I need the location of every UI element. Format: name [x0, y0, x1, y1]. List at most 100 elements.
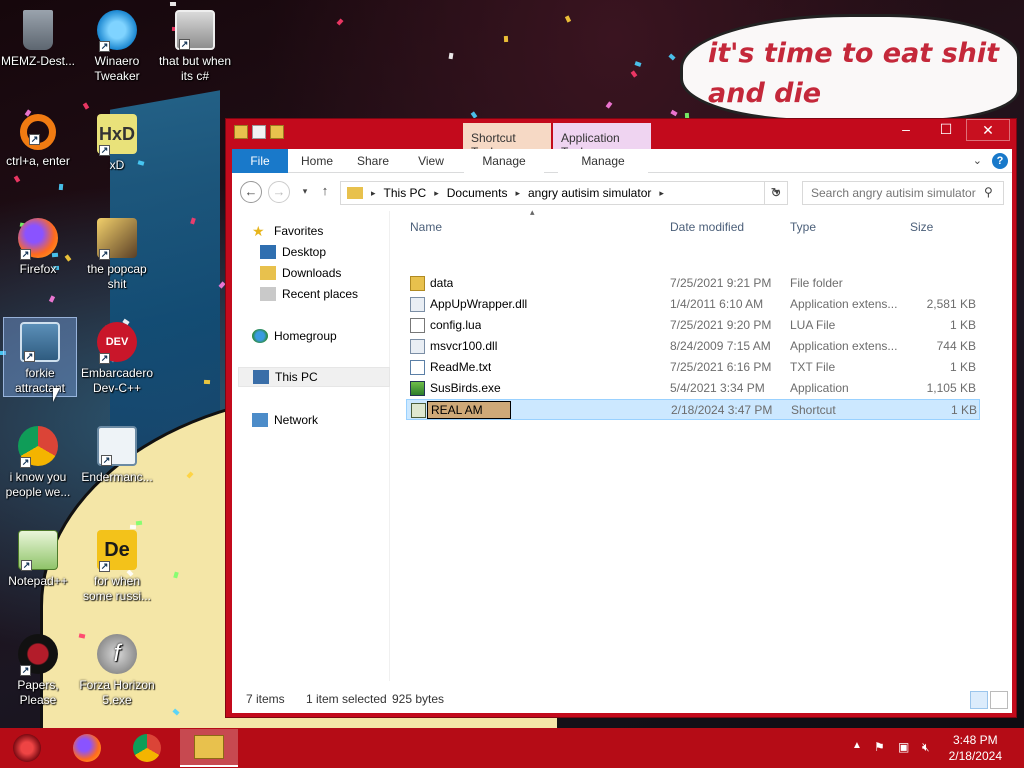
recent-locations-icon[interactable]: ▾ [294, 181, 316, 203]
file-size: 1,105 KB [926, 381, 976, 395]
minimize-button[interactable]: – [892, 119, 920, 141]
nav-favorites[interactable]: ★ Favorites [252, 221, 390, 241]
file-row[interactable]: config.lua 7/25/2021 9:20 PM LUA File 1 KB [406, 315, 980, 336]
confetti-piece [605, 101, 613, 109]
clock-date: 2/18/2024 [948, 749, 1002, 763]
chevron-right-icon: ▸ [434, 187, 439, 198]
start-button[interactable] [0, 729, 54, 767]
file-type: LUA File [790, 318, 836, 332]
taskbar-chrome[interactable] [118, 729, 176, 767]
confetti-piece [503, 36, 509, 43]
tab-file[interactable]: File [232, 149, 288, 173]
network-icon[interactable]: ▣ [898, 740, 909, 754]
desktop-icon-forkie[interactable]: ↗ forkie attractant [3, 317, 77, 397]
desktop-icon-notepadpp[interactable]: ↗ Notepad++ [0, 526, 76, 589]
file-row[interactable]: REAL AM 2/18/2024 3:47 PM Shortcut 1 KB [406, 399, 980, 420]
nav-this-pc[interactable]: This PC [238, 367, 390, 387]
rename-input[interactable]: REAL AM [427, 401, 511, 419]
tab-view[interactable]: View [406, 149, 456, 173]
desktop-icon-russian[interactable]: De ↗ for when some russi... [79, 526, 155, 604]
desktop-icon-firefox[interactable]: ↗ Firefox [0, 214, 76, 277]
file-row[interactable]: AppUpWrapper.dll 1/4/2011 6:10 AM Applicat… [406, 294, 980, 315]
desktop-icon-popcap[interactable]: ↗ the popcap shit [79, 214, 155, 292]
address-bar[interactable]: ▸ This PC ▸ Documents ▸ angry autisim si… [340, 181, 788, 205]
show-hidden-icons-button[interactable]: ▲ [852, 740, 862, 751]
network-icon [252, 413, 268, 427]
file-row[interactable]: data 7/25/2021 9:21 PM File folder [406, 273, 980, 294]
column-header-type[interactable]: Type [790, 215, 816, 239]
forward-button[interactable]: → [268, 181, 290, 203]
tab-share[interactable]: Share [348, 149, 398, 173]
nav-network[interactable]: Network [252, 410, 390, 430]
text-file-icon [410, 360, 425, 375]
tab-home[interactable]: Home [292, 149, 342, 173]
explorer-window[interactable]: Shortcut Tools Application Tools – ☐ ✕ F… [225, 118, 1017, 718]
shortcut-tools-tab[interactable]: Shortcut Tools [463, 123, 551, 159]
taskbar-explorer[interactable] [180, 729, 238, 767]
column-header-date[interactable]: Date modified [670, 215, 744, 239]
new-folder-icon[interactable] [270, 125, 284, 139]
column-header-size[interactable]: Size [910, 215, 933, 239]
breadcrumb-documents[interactable]: Documents [447, 186, 508, 200]
folder-icon[interactable] [234, 125, 248, 139]
tab-manage-application[interactable]: Manage [558, 149, 648, 173]
search-input[interactable] [802, 181, 1004, 205]
volume-muted-icon[interactable]: 🔇︎ [922, 740, 930, 755]
desktop-icon-xd[interactable]: HxD ↗ xD [79, 110, 155, 173]
properties-icon[interactable] [252, 125, 266, 139]
desktop-icon-forza[interactable]: f Forza Horizon 5.exe [79, 630, 155, 708]
refresh-button[interactable]: ↻ [764, 181, 788, 205]
desktop-icon-enderman[interactable]: ↗ Endermanc... [79, 422, 155, 485]
back-button[interactable]: ← [240, 181, 262, 203]
maximize-button[interactable]: ☐ [932, 119, 960, 141]
file-date: 8/24/2009 7:15 AM [670, 339, 771, 353]
title-bar[interactable]: Shortcut Tools Application Tools – ☐ ✕ [226, 119, 1016, 159]
file-row[interactable]: SusBirds.exe 5/4/2021 3:34 PM Application 1… [406, 378, 980, 399]
file-row[interactable]: msvcr100.dll 8/24/2009 7:15 AM Application… [406, 336, 980, 357]
action-center-flag-icon[interactable]: ⚑ [874, 740, 885, 754]
desktop-icon-memz[interactable]: MEMZ-Dest... [0, 6, 76, 69]
window-icon: ↗ [97, 426, 137, 466]
flash-icon: f [97, 634, 137, 674]
nav-label: Recent places [282, 287, 359, 301]
details-view-button[interactable] [970, 691, 988, 709]
file-type: Shortcut [791, 403, 836, 417]
column-header-name[interactable]: Name [410, 215, 442, 239]
chrome-icon: ↗ [18, 426, 58, 468]
desktop-icon-papers-please[interactable]: ↗ Papers, Please [0, 630, 76, 708]
status-size: 925 bytes [392, 692, 445, 706]
nav-label: Favorites [274, 224, 324, 238]
desktop-icon-winaero[interactable]: ↗ Winaero Tweaker [79, 6, 155, 84]
desktop-icon-chrome[interactable]: ↗ i know you people we... [0, 422, 76, 500]
desktop-icon-ctrl-a[interactable]: ↗ ctrl+a, enter [0, 110, 76, 169]
file-size: 744 KB [936, 339, 976, 353]
expand-ribbon-icon[interactable]: ⌄ [973, 154, 982, 167]
nav-desktop[interactable]: Desktop [260, 242, 398, 262]
downloads-icon [260, 266, 276, 280]
confetti-piece [448, 53, 454, 60]
desktop-icon-devcpp[interactable]: DEV ↗ Embarcadero Dev-C++ [79, 318, 155, 396]
clock[interactable]: 3:48 PM 2/18/2024 [949, 732, 1002, 764]
desktop-icon-label: Forza Horizon 5.exe [79, 678, 155, 707]
tab-manage-shortcut[interactable]: Manage [464, 149, 544, 173]
file-size: 1 KB [949, 360, 976, 374]
desktop-icon-csharp[interactable]: ↗ that but when its c# [157, 6, 233, 84]
help-icon[interactable]: ? [992, 153, 1008, 169]
desktop-icon-label: Endermanc... [81, 470, 153, 484]
file-type: Application extens... [790, 339, 898, 353]
desktop-icon-label: MEMZ-Dest... [1, 54, 75, 68]
application-tools-tab[interactable]: Application Tools [553, 123, 651, 159]
taskbar-firefox[interactable] [58, 729, 116, 767]
nav-homegroup[interactable]: Homegroup [252, 326, 390, 346]
confetti-piece [203, 379, 210, 385]
close-button[interactable]: ✕ [966, 119, 1010, 141]
file-row[interactable]: ReadMe.txt 7/25/2021 6:16 PM TXT File 1 KB [406, 357, 980, 378]
nav-recent-places[interactable]: Recent places [260, 284, 398, 304]
breadcrumb-current[interactable]: angry autisim simulator [528, 186, 651, 200]
breadcrumb-this-pc[interactable]: This PC [384, 186, 427, 200]
large-icons-view-button[interactable] [990, 691, 1008, 709]
folder-icon [410, 276, 425, 291]
nav-downloads[interactable]: Downloads [260, 263, 398, 283]
desktop-icon-label: i know you people we... [5, 470, 71, 499]
up-button[interactable]: ↑ [314, 181, 336, 203]
